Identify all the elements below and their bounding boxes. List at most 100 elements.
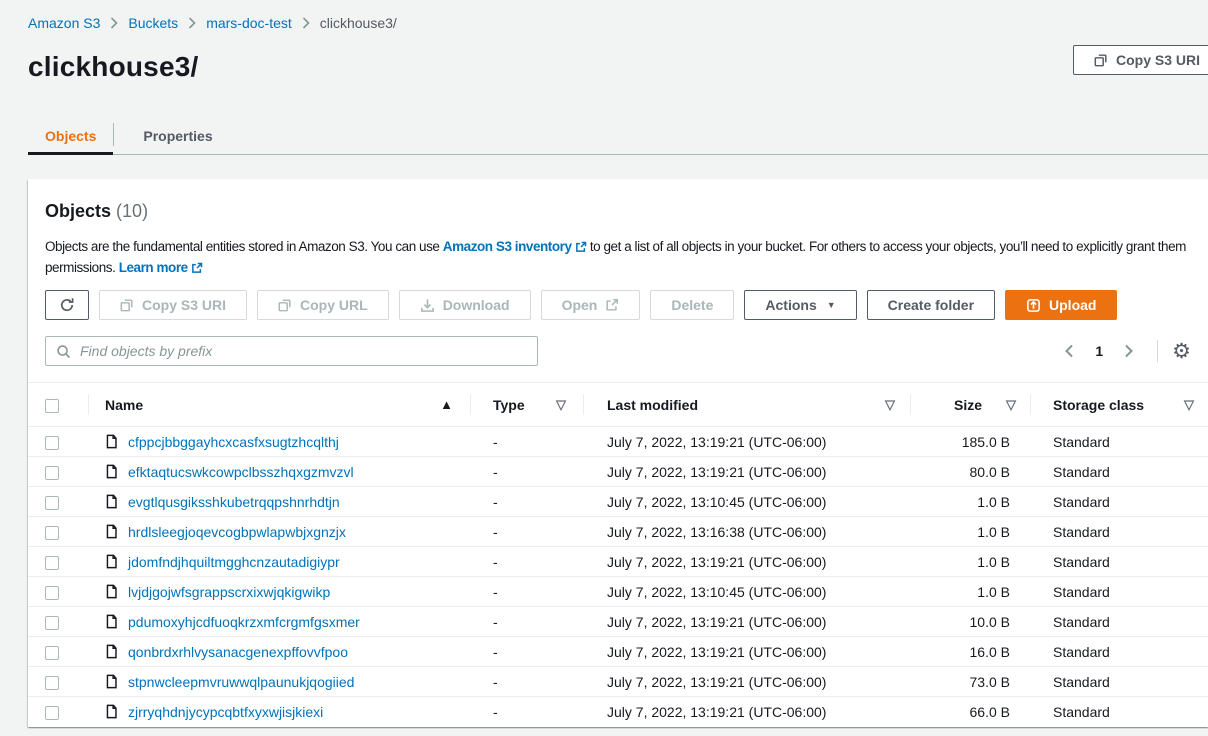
- breadcrumb-link-amazon-s3[interactable]: Amazon S3: [28, 15, 100, 31]
- breadcrumb-current: clickhouse3/: [320, 15, 397, 31]
- object-name-link[interactable]: pdumoxyhjcdfuoqkrzxmfcrgmfgsxmer: [128, 614, 360, 630]
- download-button[interactable]: Download: [399, 290, 531, 320]
- breadcrumb-separator-icon: [110, 17, 118, 29]
- refresh-icon: [59, 297, 75, 313]
- upload-icon: [1026, 298, 1041, 313]
- column-header-type[interactable]: Type: [493, 397, 525, 413]
- objects-count: (10): [116, 201, 148, 221]
- object-name-link[interactable]: jdomfndjhquiltmgghcnzautadigiypr: [128, 554, 340, 570]
- file-icon: [105, 434, 118, 449]
- file-icon: [105, 584, 118, 599]
- tab-objects[interactable]: Objects: [28, 117, 113, 154]
- row-checkbox[interactable]: [45, 646, 59, 660]
- caret-down-icon: ▼: [827, 301, 836, 310]
- copy-icon: [278, 298, 292, 312]
- row-checkbox[interactable]: [45, 526, 59, 540]
- external-link-icon: [605, 298, 619, 312]
- breadcrumb-link-bucket[interactable]: mars-doc-test: [206, 15, 292, 31]
- sort-ascending-icon[interactable]: ▲: [440, 397, 453, 412]
- object-row: hrdlsleegjoqevcogbpwlapwbjxgnzjx - July …: [28, 517, 1208, 547]
- object-name-link[interactable]: zjrryqhdnjycypcqbtfxyxwjisjkiexi: [128, 704, 323, 720]
- object-type: -: [470, 637, 583, 667]
- preferences-gear-icon[interactable]: ⚙: [1172, 341, 1191, 362]
- copy-url-button[interactable]: Copy URL: [257, 290, 389, 320]
- tab-properties[interactable]: Properties: [126, 117, 229, 154]
- row-checkbox[interactable]: [45, 436, 59, 450]
- breadcrumb-link-buckets[interactable]: Buckets: [128, 15, 178, 31]
- row-checkbox[interactable]: [45, 706, 59, 720]
- row-checkbox[interactable]: [45, 676, 59, 690]
- object-storage-class: Standard: [1030, 427, 1208, 457]
- actions-button[interactable]: Actions ▼: [744, 290, 856, 320]
- current-page-number[interactable]: 1: [1095, 343, 1103, 359]
- object-name-link[interactable]: hrdlsleegjoqevcogbpwlapwbjxgnzjx: [128, 524, 346, 540]
- sort-icon[interactable]: ▽: [885, 397, 895, 413]
- refresh-button[interactable]: [45, 290, 89, 320]
- object-row: cfppcjbbggayhcxcasfxsugtzhcqlthj - July …: [28, 427, 1208, 457]
- object-last-modified: July 7, 2022, 13:19:21 (UTC-06:00): [583, 427, 910, 457]
- object-name-link[interactable]: qonbrdxrhlvysanacgenexpffovvfpoo: [128, 644, 348, 660]
- objects-table-body: cfppcjbbggayhcxcasfxsugtzhcqlthj - July …: [28, 427, 1208, 727]
- row-checkbox[interactable]: [45, 556, 59, 570]
- object-type: -: [470, 517, 583, 547]
- external-link-icon: [575, 241, 587, 253]
- tab-bar: Objects Properties: [28, 117, 1208, 155]
- create-folder-button[interactable]: Create folder: [867, 290, 995, 320]
- breadcrumb-separator-icon: [188, 17, 196, 29]
- object-name-link[interactable]: evgtlqusgiksshkubetrqqpshnrhdtjn: [128, 494, 340, 510]
- row-checkbox[interactable]: [45, 586, 59, 600]
- sort-icon[interactable]: ▽: [1184, 397, 1194, 413]
- object-size: 16.0 B: [910, 637, 1030, 667]
- object-name-link[interactable]: lvjdjgojwfsgrappscrxixwjqkigwikp: [128, 584, 330, 600]
- sort-icon[interactable]: ▽: [1006, 397, 1016, 413]
- object-type: -: [470, 697, 583, 727]
- copy-s3-uri-button[interactable]: Copy S3 URI: [99, 290, 247, 320]
- learn-more-link[interactable]: Learn more: [119, 260, 203, 275]
- previous-page-button[interactable]: [1057, 343, 1081, 359]
- column-header-storage-class[interactable]: Storage class: [1053, 397, 1144, 413]
- file-icon: [105, 554, 118, 569]
- row-checkbox[interactable]: [45, 616, 59, 630]
- objects-description: Objects are the fundamental entities sto…: [45, 236, 1191, 278]
- amazon-s3-inventory-link[interactable]: Amazon S3 inventory: [443, 239, 587, 254]
- copy-s3-uri-header-button[interactable]: Copy S3 URI: [1073, 45, 1208, 75]
- filter-row: 1 ⚙: [45, 336, 1191, 366]
- object-last-modified: July 7, 2022, 13:10:45 (UTC-06:00): [583, 487, 910, 517]
- object-row: pdumoxyhjcdfuoqkrzxmfcrgmfgsxmer - July …: [28, 607, 1208, 637]
- delete-button[interactable]: Delete: [650, 290, 734, 320]
- next-page-button[interactable]: [1117, 343, 1141, 359]
- table-header-row: Name ▲ Type ▽ Last modified ▽ Size ▽ Storage…: [28, 383, 1208, 427]
- object-name-link[interactable]: cfppcjbbggayhcxcasfxsugtzhcqlthj: [128, 434, 339, 450]
- find-objects-input[interactable]: [45, 336, 538, 366]
- object-name-link[interactable]: efktaqtucswkcowpclbsszhqxgzmvzvl: [128, 464, 354, 480]
- breadcrumb-separator-icon: [302, 17, 310, 29]
- copy-icon: [1094, 53, 1108, 67]
- object-storage-class: Standard: [1030, 457, 1208, 487]
- object-type: -: [470, 577, 583, 607]
- object-row: jdomfndjhquiltmgghcnzautadigiypr - July …: [28, 547, 1208, 577]
- page-header: clickhouse3/ Copy S3 URI: [28, 51, 1208, 83]
- object-last-modified: July 7, 2022, 13:19:21 (UTC-06:00): [583, 457, 910, 487]
- object-last-modified: July 7, 2022, 13:19:21 (UTC-06:00): [583, 607, 910, 637]
- tab-divider: [113, 123, 114, 146]
- objects-toolbar: Copy S3 URI Copy URL Download Open Delet…: [45, 290, 1191, 320]
- object-last-modified: July 7, 2022, 13:19:21 (UTC-06:00): [583, 667, 910, 697]
- row-checkbox[interactable]: [45, 496, 59, 510]
- upload-button[interactable]: Upload: [1005, 290, 1117, 320]
- object-type: -: [470, 427, 583, 457]
- column-header-last-modified[interactable]: Last modified: [607, 397, 698, 413]
- object-row: zjrryqhdnjycypcqbtfxyxwjisjkiexi - July …: [28, 697, 1208, 727]
- object-size: 66.0 B: [910, 697, 1030, 727]
- sort-icon[interactable]: ▽: [556, 397, 566, 413]
- object-type: -: [470, 667, 583, 697]
- object-size: 1.0 B: [910, 517, 1030, 547]
- object-storage-class: Standard: [1030, 667, 1208, 697]
- object-type: -: [470, 607, 583, 637]
- object-name-link[interactable]: stpnwcleepmvruwwqlpaunukjqogiied: [128, 674, 354, 690]
- select-all-checkbox[interactable]: [45, 399, 59, 413]
- file-icon: [105, 524, 118, 539]
- column-header-size[interactable]: Size: [954, 397, 982, 413]
- row-checkbox[interactable]: [45, 466, 59, 480]
- open-button[interactable]: Open: [541, 290, 641, 320]
- column-header-name[interactable]: Name: [105, 397, 143, 413]
